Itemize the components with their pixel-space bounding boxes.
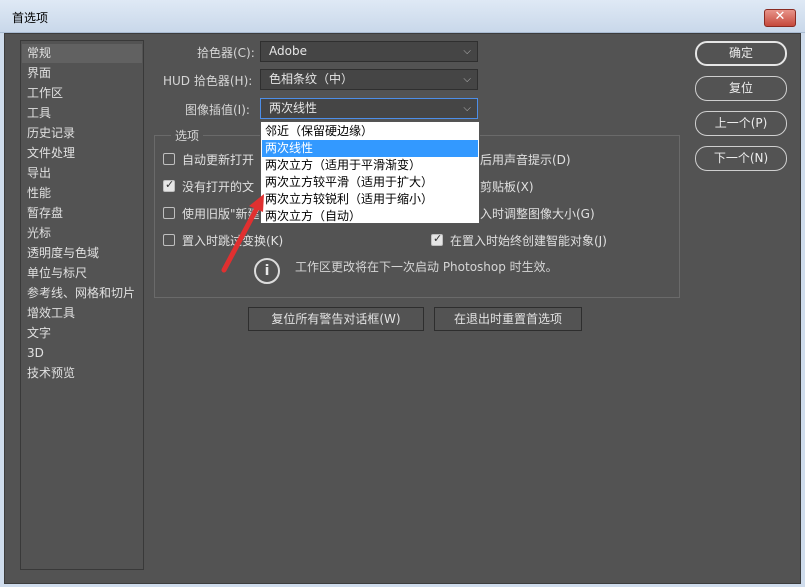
sidebar-item-tools[interactable]: 工具	[22, 104, 142, 123]
interpolation-dropdown-list: 邻近（保留硬边缘） 两次线性 两次立方（适用于平滑渐变） 两次立方较平滑（适用于…	[260, 121, 480, 224]
dropdown-option-bicubic-auto[interactable]: 两次立方（自动）	[262, 208, 478, 225]
sidebar-item-performance[interactable]: 性能	[22, 184, 142, 203]
legacy-new-doc-checkbox[interactable]	[163, 207, 175, 219]
sidebar: 常规 界面 工作区 工具 历史记录 文件处理 导出 性能 暂存盘 光标 透明度与…	[20, 40, 144, 570]
sidebar-item-plugins[interactable]: 增效工具	[22, 304, 142, 323]
sidebar-item-transparency[interactable]: 透明度与色域	[22, 244, 142, 263]
sound-notify-label: 后用声音提示(D)	[480, 153, 571, 167]
dropdown-option-bicubic-sharper[interactable]: 两次立方较锐利（适用于缩小）	[262, 191, 478, 208]
color-picker-label: 拾色器(C):	[197, 46, 255, 60]
chevron-down-icon: ⌵	[463, 74, 471, 85]
dropdown-option-bicubic-smoother[interactable]: 两次立方较平滑（适用于扩大）	[262, 174, 478, 191]
reset-button[interactable]: 复位	[695, 76, 787, 101]
options-group-label: 选项	[171, 127, 204, 144]
sidebar-item-workspace[interactable]: 工作区	[22, 84, 142, 103]
resize-on-place-label: 入时调整图像大小(G)	[480, 207, 595, 221]
reset-warnings-button[interactable]: 复位所有警告对话框(W)	[248, 307, 424, 331]
info-icon: i	[254, 258, 280, 284]
sidebar-item-cursors[interactable]: 光标	[22, 224, 142, 243]
color-picker-value: Adobe	[269, 44, 307, 58]
hud-color-picker-select[interactable]: 色相条纹（中） ⌵	[260, 69, 478, 90]
sidebar-item-file-handling[interactable]: 文件处理	[22, 144, 142, 163]
auto-update-checkbox[interactable]	[163, 153, 175, 165]
image-interpolation-select[interactable]: 两次线性 ⌵	[260, 98, 478, 119]
clipboard-label: 剪贴板(X)	[480, 180, 534, 194]
no-open-docs-label: 没有打开的文	[182, 180, 255, 194]
reset-on-quit-button[interactable]: 在退出时重置首选项	[434, 307, 582, 331]
previous-button[interactable]: 上一个(P)	[695, 111, 787, 136]
image-interpolation-label: 图像插值(I):	[185, 103, 250, 117]
sidebar-item-export[interactable]: 导出	[22, 164, 142, 183]
window-title: 首选项	[12, 11, 49, 25]
ok-button[interactable]: 确定	[695, 41, 787, 66]
image-interpolation-value: 两次线性	[269, 101, 318, 115]
close-icon: ✕	[774, 9, 786, 24]
skip-transform-label: 置入时跳过变换(K)	[182, 234, 284, 248]
sidebar-item-general[interactable]: 常规	[22, 44, 142, 63]
sidebar-item-3d[interactable]: 3D	[22, 344, 142, 363]
chevron-down-icon: ⌵	[463, 46, 471, 57]
sidebar-item-units-rulers[interactable]: 单位与标尺	[22, 264, 142, 283]
hud-color-picker-value: 色相条纹（中）	[269, 72, 354, 86]
skip-transform-checkbox[interactable]	[163, 234, 175, 246]
color-picker-select[interactable]: Adobe ⌵	[260, 41, 478, 62]
sidebar-item-scratch-disks[interactable]: 暂存盘	[22, 204, 142, 223]
no-open-docs-checkbox[interactable]	[163, 178, 175, 192]
next-button[interactable]: 下一个(N)	[695, 146, 787, 171]
sidebar-item-history[interactable]: 历史记录	[22, 124, 142, 143]
hud-color-picker-label: HUD 拾色器(H):	[163, 74, 253, 88]
dropdown-option-bicubic-smooth-gradients[interactable]: 两次立方（适用于平滑渐变）	[262, 157, 478, 174]
legacy-new-doc-label: 使用旧版"新建	[182, 207, 260, 221]
close-button[interactable]: ✕	[764, 9, 796, 27]
sidebar-item-interface[interactable]: 界面	[22, 64, 142, 83]
auto-update-label: 自动更新打开	[182, 153, 255, 167]
dropdown-option-nearest[interactable]: 邻近（保留硬边缘）	[262, 123, 478, 140]
sidebar-item-type[interactable]: 文字	[22, 324, 142, 343]
chevron-down-icon: ⌵	[463, 103, 471, 114]
sidebar-item-guides-grid[interactable]: 参考线、网格和切片	[22, 284, 142, 303]
smart-object-label: 在置入时始终创建智能对象(J)	[450, 234, 607, 248]
dropdown-option-bilinear[interactable]: 两次线性	[262, 140, 478, 157]
smart-object-checkbox[interactable]	[431, 232, 443, 246]
info-message: 工作区更改将在下一次启动 Photoshop 时生效。	[295, 260, 558, 274]
window-titlebar: 首选项 ✕	[0, 0, 805, 33]
sidebar-item-tech-preview[interactable]: 技术预览	[22, 364, 142, 383]
dialog-body: 常规 界面 工作区 工具 历史记录 文件处理 导出 性能 暂存盘 光标 透明度与…	[4, 33, 801, 584]
